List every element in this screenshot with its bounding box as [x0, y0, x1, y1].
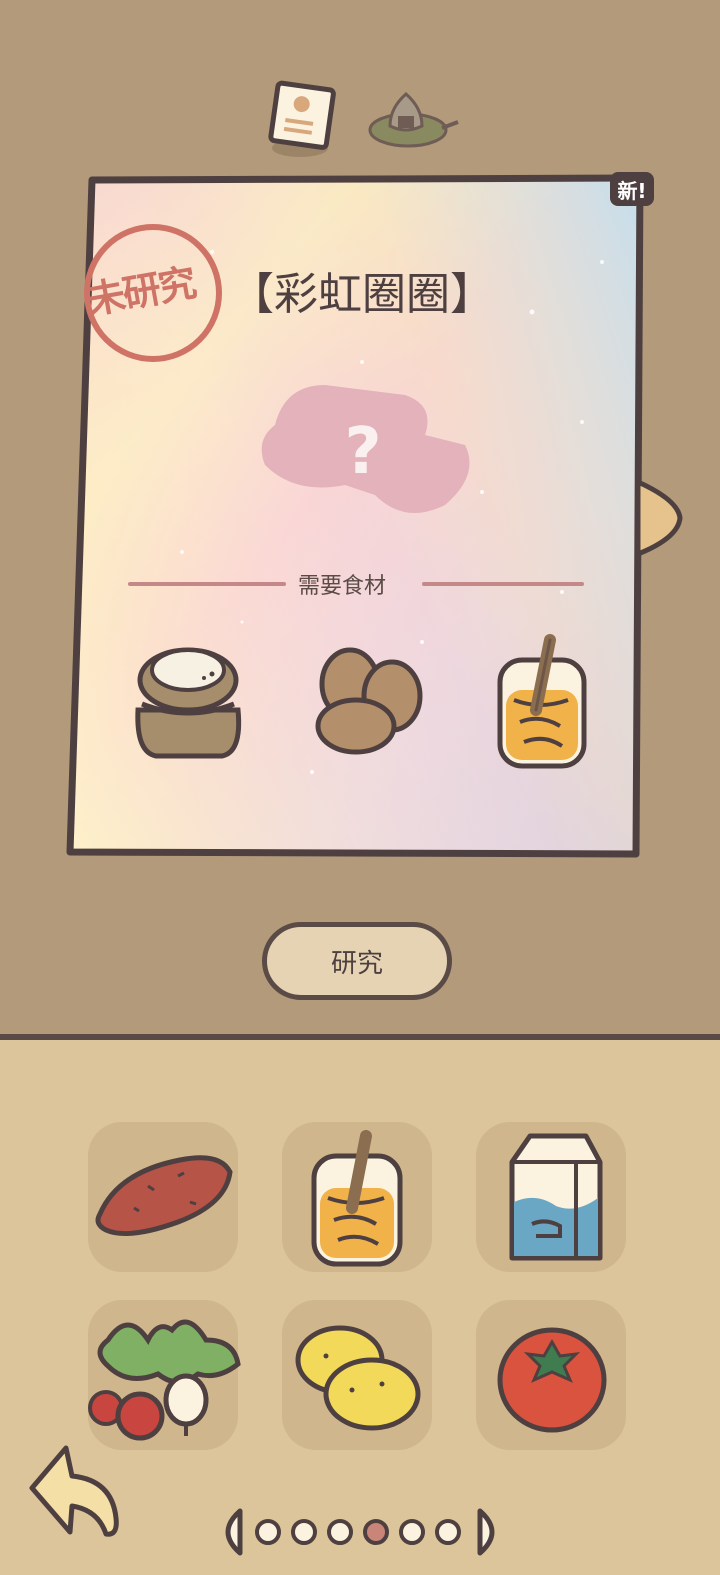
inventory-slot-lemon[interactable] [282, 1300, 432, 1450]
eggs-icon [312, 644, 428, 764]
divider-line-left [128, 582, 286, 586]
page-dot[interactable] [255, 1519, 281, 1545]
milk-carton-icon [509, 1133, 603, 1261]
page-dot[interactable] [363, 1519, 389, 1545]
inventory-slot-sweet-potato[interactable] [88, 1122, 238, 1272]
inventory-slot-honey[interactable] [282, 1122, 432, 1272]
onigiri-icon[interactable] [364, 88, 460, 162]
honey-jar-icon [311, 1130, 403, 1267]
page-dot[interactable] [327, 1519, 353, 1545]
tomato-icon [497, 1327, 607, 1433]
flour-sack-icon [126, 640, 250, 768]
new-badge: 新! [610, 172, 654, 206]
next-recipe-arrow[interactable] [632, 476, 686, 564]
inventory-slot-milk[interactable] [476, 1122, 626, 1272]
recipe-card-icon[interactable] [262, 80, 342, 164]
page-dot[interactable] [291, 1519, 317, 1545]
honey-jar-icon [490, 630, 594, 778]
back-arrow-icon[interactable] [22, 1440, 122, 1544]
next-page-arrow [477, 1508, 495, 1556]
prev-page-arrow [225, 1508, 243, 1556]
ingredients-label: 需要食材 [298, 574, 387, 599]
radish-bunch-icon [88, 1319, 241, 1441]
lemons-icon [295, 1325, 421, 1431]
research-button[interactable]: 研究 [262, 922, 452, 1000]
mystery-dish-icon: ? [255, 365, 475, 529]
inventory-slot-radish[interactable] [88, 1300, 241, 1450]
divider-line-right [422, 582, 584, 586]
page-dot[interactable] [435, 1519, 461, 1545]
sweet-potato-icon [95, 1155, 233, 1237]
page-dot[interactable] [399, 1519, 425, 1545]
recipe-title: 【彩虹圈圈】 [230, 269, 494, 320]
panel-divider [0, 1034, 720, 1040]
inventory-slot-tomato[interactable] [476, 1300, 626, 1450]
page-indicator [212, 1505, 508, 1563]
mystery-mark: ? [344, 415, 381, 489]
